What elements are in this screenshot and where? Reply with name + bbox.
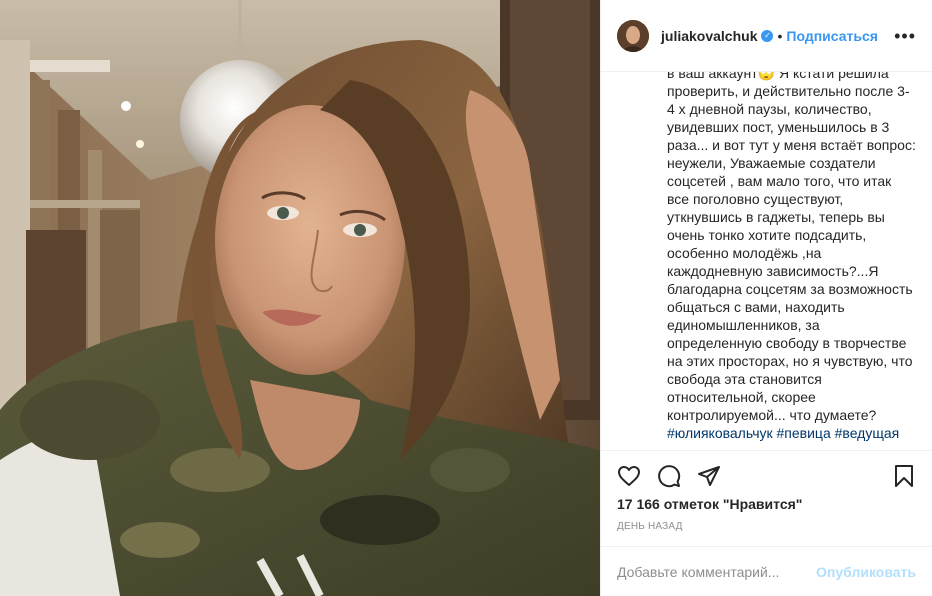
avatar-image — [617, 19, 649, 52]
caption-hashtags[interactable]: #юлияковальчук #певица #ведущая — [667, 425, 899, 441]
comment-box: Опубликовать — [601, 546, 932, 596]
comment-icon[interactable] — [649, 456, 689, 496]
caption-scroll-area[interactable]: в ваш аккаунт🙄 Я кстати решила проверить… — [601, 72, 932, 450]
avatar[interactable] — [617, 19, 649, 52]
verified-badge-icon: ✓ — [761, 29, 774, 42]
separator-dot: • — [777, 27, 783, 44]
caption: в ваш аккаунт🙄 Я кстати решила проверить… — [667, 72, 916, 442]
post-sidebar: juliakovalchuk ✓ • Подписаться ••• в ваш… — [600, 0, 932, 596]
username-link[interactable]: juliakovalchuk — [661, 28, 757, 44]
caption-text: в ваш аккаунт🙄 Я кстати решила проверить… — [667, 72, 916, 423]
likes-count[interactable]: 17 166 отметок "Нравится" — [617, 496, 802, 512]
paper-plane-icon[interactable] — [689, 456, 729, 496]
follow-button[interactable]: Подписаться — [786, 28, 878, 44]
instagram-post-modal: juliakovalchuk ✓ • Подписаться ••• в ваш… — [0, 0, 932, 596]
post-photo[interactable] — [0, 0, 600, 596]
selfie-image — [0, 0, 600, 596]
publish-button[interactable]: Опубликовать — [816, 564, 916, 580]
heart-icon[interactable] — [609, 456, 649, 496]
more-options-icon[interactable]: ••• — [894, 27, 916, 45]
comment-input[interactable] — [617, 563, 809, 580]
action-bar — [601, 450, 932, 500]
post-header: juliakovalchuk ✓ • Подписаться ••• — [601, 0, 932, 72]
post-timestamp[interactable]: день назад — [617, 521, 683, 532]
bookmark-icon[interactable] — [884, 456, 924, 496]
